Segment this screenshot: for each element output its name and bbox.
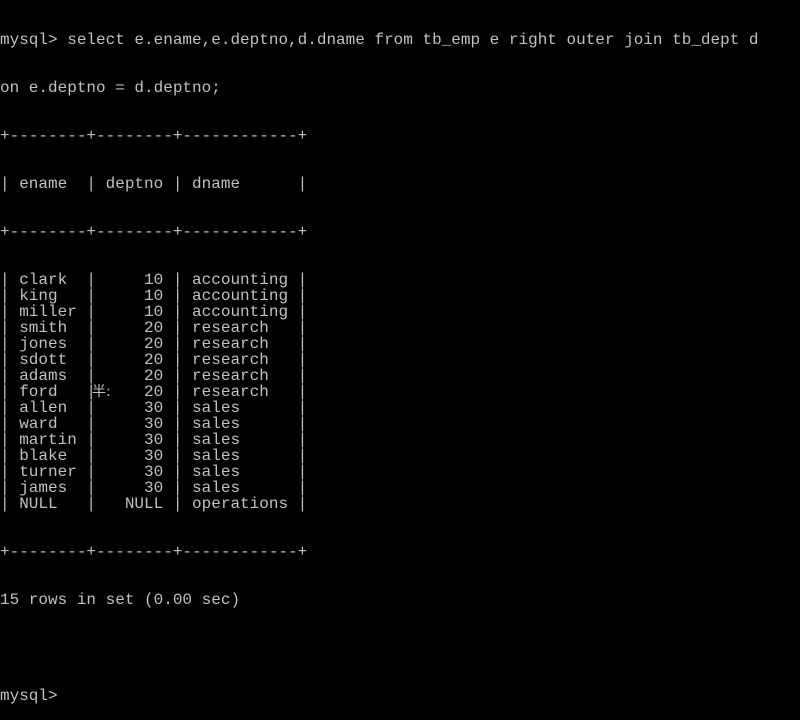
table-body: | clark | 10 | accounting | | king | 10 |…	[0, 272, 800, 512]
ime-status-indicator: 半:	[92, 384, 111, 400]
table-row: | james | 30 | sales |	[0, 479, 308, 497]
table-row: | jones | 20 | research |	[0, 335, 308, 353]
command-line-2: on e.deptno = d.deptno;	[0, 79, 221, 97]
table-row: | ward | 30 | sales |	[0, 415, 308, 433]
table-border-mid: +--------+--------+------------+	[0, 223, 308, 241]
table-row: | NULL | NULL | operations |	[0, 495, 308, 513]
table-border-top: +--------+--------+------------+	[0, 127, 308, 145]
next-prompt: mysql>	[0, 687, 58, 705]
table-header: | ename | deptno | dname |	[0, 175, 308, 193]
table-row: | adams | 20 | research |	[0, 367, 308, 385]
result-summary: 15 rows in set (0.00 sec)	[0, 591, 241, 609]
prompt-label: mysql>	[0, 31, 58, 49]
table-row: | sdott | 20 | research |	[0, 351, 308, 369]
input-line[interactable]: mysql>	[0, 688, 800, 704]
command-text-1: select e.ename,e.deptno,d.dname from tb_…	[57, 31, 759, 49]
command-line-1: mysql> select e.ename,e.deptno,d.dname f…	[0, 32, 800, 48]
table-row: | allen | 30 | sales |	[0, 399, 308, 417]
table-row: | king | 10 | accounting |	[0, 287, 308, 305]
table-row: | turner | 30 | sales |	[0, 463, 308, 481]
table-row: | martin | 30 | sales |	[0, 431, 308, 449]
table-row: | ford | 20 | research |	[0, 383, 308, 401]
table-row: | clark | 10 | accounting |	[0, 271, 308, 289]
table-border-bottom: +--------+--------+------------+	[0, 543, 308, 561]
table-row: | miller | 10 | accounting |	[0, 303, 308, 321]
table-row: | smith | 20 | research |	[0, 319, 308, 337]
terminal-window[interactable]: mysql> select e.ename,e.deptno,d.dname f…	[0, 0, 800, 704]
table-row: | blake | 30 | sales |	[0, 447, 308, 465]
